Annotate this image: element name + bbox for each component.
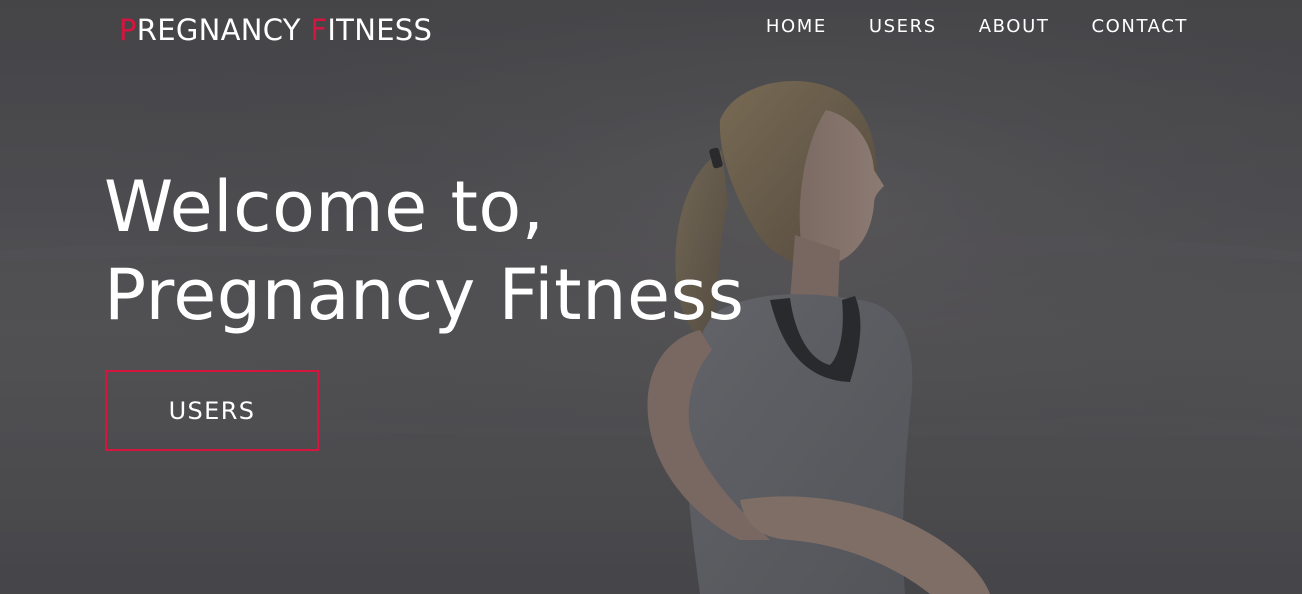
hero-headline-line1: Welcome to, <box>104 166 545 248</box>
nav-users-link[interactable]: USERS <box>848 16 958 38</box>
main-nav: HOME USERS ABOUT CONTACT <box>745 16 1188 38</box>
hero-headline: Welcome to, Pregnancy Fitness <box>104 163 744 339</box>
users-cta-button[interactable]: USERS <box>105 370 319 451</box>
site-logo[interactable]: PREGNANCY FITNESS <box>119 13 432 47</box>
logo-initial-f: F <box>310 13 328 47</box>
nav-home-link[interactable]: HOME <box>745 16 848 38</box>
logo-initial-p: P <box>119 13 137 47</box>
hero-headline-line2: Pregnancy Fitness <box>104 254 745 336</box>
hero-section: PREGNANCY FITNESS HOME USERS ABOUT CONTA… <box>0 0 1302 594</box>
logo-text-itness: ITNESS <box>327 13 433 47</box>
nav-about-link[interactable]: ABOUT <box>958 16 1071 38</box>
nav-contact-link[interactable]: CONTACT <box>1070 16 1188 38</box>
site-header: PREGNANCY FITNESS HOME USERS ABOUT CONTA… <box>0 0 1302 60</box>
logo-text-regnancy: REGNANCY <box>136 13 311 47</box>
